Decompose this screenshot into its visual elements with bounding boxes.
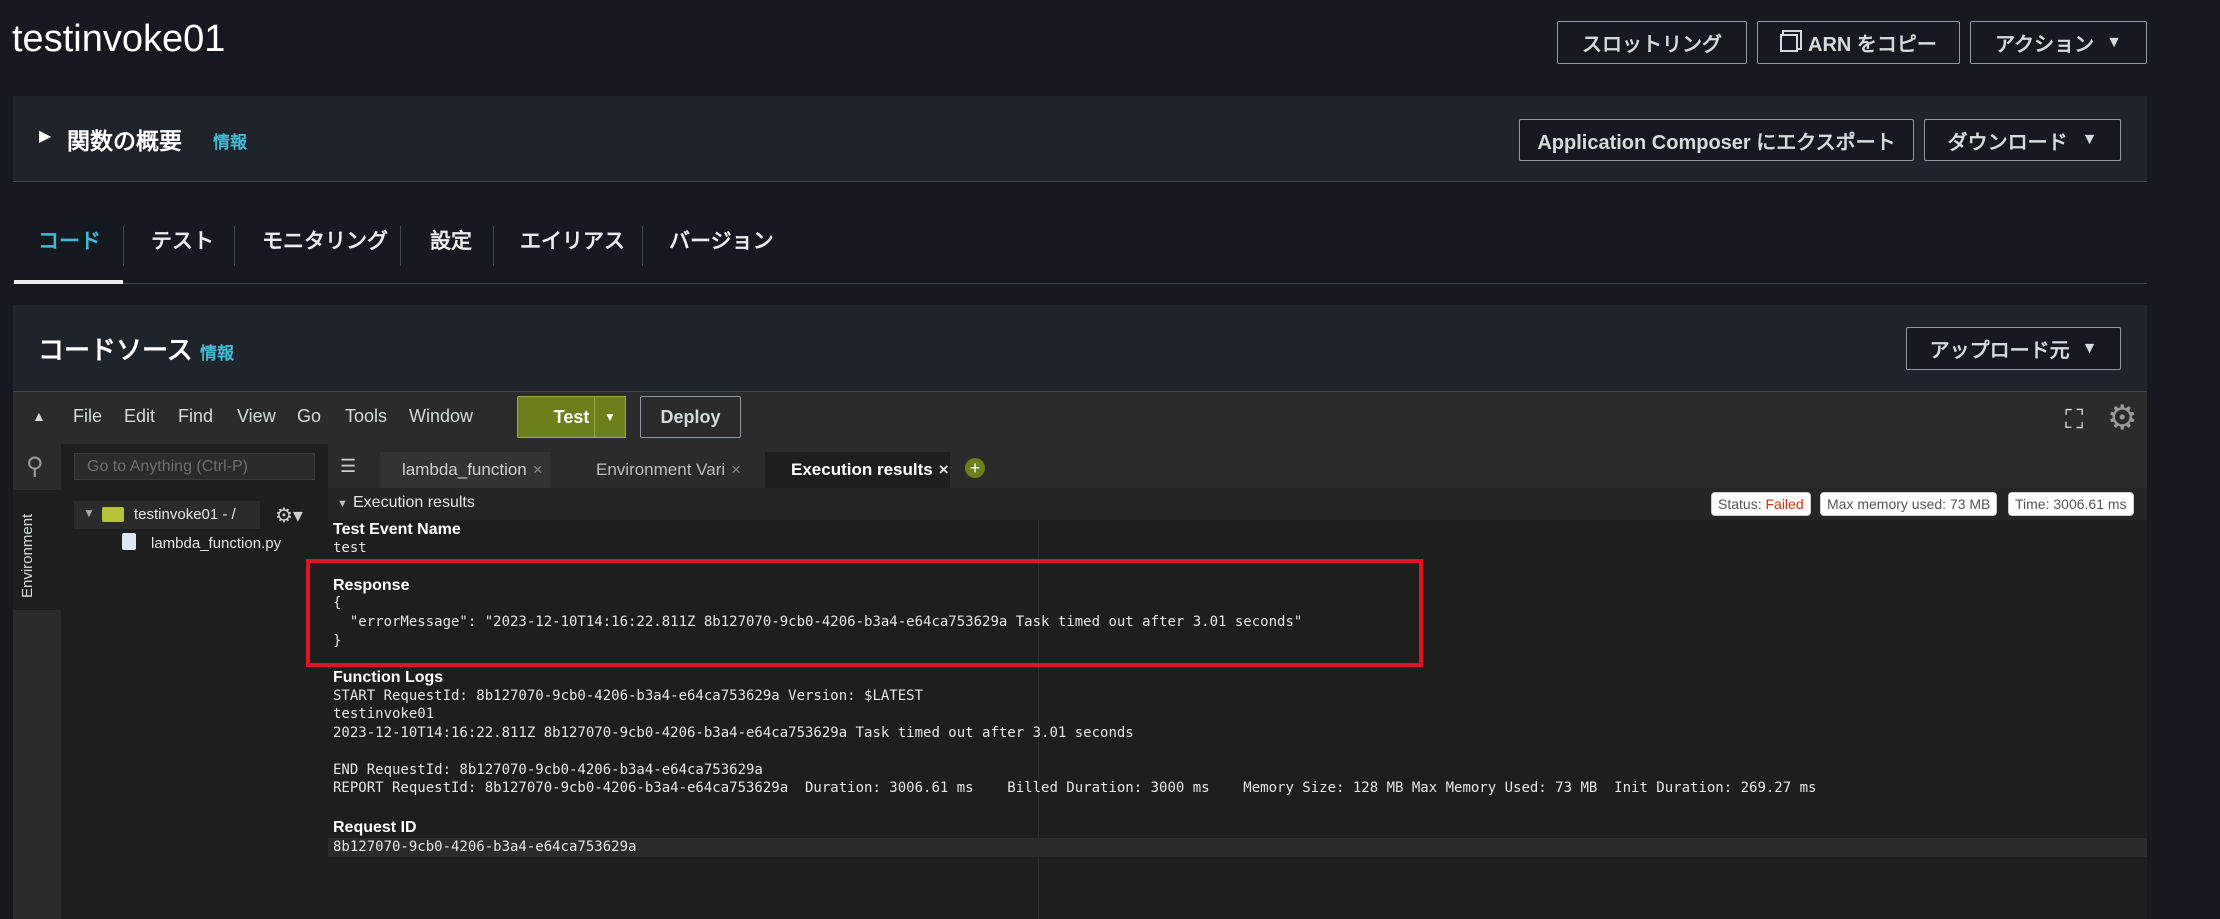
throttle-button[interactable]: スロットリング	[1557, 21, 1747, 64]
expand-triangle-icon[interactable]: ▶	[39, 126, 51, 146]
tab-5[interactable]: バージョン	[669, 225, 774, 255]
actions-label: アクション	[1995, 34, 2095, 56]
tab-1[interactable]: テスト	[151, 225, 214, 255]
menu-window[interactable]: Window	[409, 406, 473, 427]
add-tab-icon[interactable]: +	[965, 458, 985, 478]
python-file-icon	[122, 533, 136, 550]
request-id-value: 8b127070-9cb0-4206-b3a4-e64ca753629a	[333, 839, 637, 855]
menu-go[interactable]: Go	[297, 406, 321, 427]
folder-row[interactable]: ▼ testinvoke01 - /	[74, 501, 260, 529]
menu-file[interactable]: File	[73, 406, 102, 427]
caret-down-icon: ▼	[2081, 339, 2098, 357]
actions-button[interactable]: アクション ▼	[1970, 21, 2147, 64]
test-label: Test	[553, 406, 590, 427]
tab-2[interactable]: モニタリング	[262, 225, 388, 255]
max-memory-badge: Max memory used: 73 MB	[1820, 492, 1998, 516]
upload-label: アップロード元	[1929, 340, 2070, 362]
tab-separator	[400, 226, 401, 266]
editor-tab-execution-results[interactable]: Execution results ×	[765, 452, 950, 488]
tab-label: lambda_function	[402, 460, 527, 479]
tab-4[interactable]: エイリアス	[520, 225, 625, 255]
close-icon[interactable]: ×	[533, 460, 543, 480]
search-icon[interactable]: ⚲	[26, 452, 44, 481]
caret-down-icon: ▼	[2081, 131, 2098, 148]
throttle-label: スロットリング	[1582, 34, 1722, 56]
time-badge: Time: 3006.61 ms	[2008, 492, 2134, 516]
code-source-panel: コードソース 情報	[13, 305, 2147, 392]
page-title: testinvoke01	[12, 18, 226, 60]
overview-title[interactable]: 関数の概要	[67, 122, 182, 156]
log-line: END RequestId: 8b127070-9cb0-4206-b3a4-e…	[333, 761, 763, 778]
gear-icon[interactable]: ⚙	[2107, 398, 2137, 438]
close-icon[interactable]: ×	[939, 460, 949, 480]
expand-arrow-icon: ▼	[83, 506, 95, 520]
code-source-info-link[interactable]: 情報	[200, 339, 234, 364]
download-button[interactable]: ダウンロード ▼	[1924, 119, 2121, 161]
request-id-label: Request ID	[333, 819, 417, 836]
log-line: 2023-12-10T14:16:22.811Z 8b127070-9cb0-4…	[333, 724, 1134, 741]
tab-separator	[493, 226, 494, 266]
results-header-label: Execution results	[353, 494, 475, 511]
copy-icon	[1780, 33, 1799, 52]
tab-list-icon[interactable]: ☰	[340, 456, 356, 477]
function-logs-label: Function Logs	[333, 669, 444, 686]
tab-active-underline	[14, 280, 123, 284]
copy-arn-button[interactable]: ARN をコピー	[1757, 21, 1960, 64]
response-highlight-box	[306, 559, 1423, 667]
menu-tools[interactable]: Tools	[345, 406, 387, 427]
tab-separator	[642, 226, 643, 266]
test-dropdown-button[interactable]: ▼	[594, 396, 626, 438]
tree-settings-icon[interactable]: ⚙▾	[275, 503, 303, 528]
editor-tab-environment[interactable]: Environment Vari ×	[572, 452, 742, 488]
test-event-value: test	[333, 540, 367, 556]
editor-tab-lambda-function[interactable]: lambda_function ×	[380, 452, 550, 488]
test-event-label: Test Event Name	[333, 521, 461, 538]
menu-edit[interactable]: Edit	[124, 406, 155, 427]
folder-label: testinvoke01 - /	[134, 506, 236, 523]
caret-down-icon: ▼	[604, 410, 616, 424]
goto-anything-input[interactable]: Go to Anything (Ctrl-P)	[74, 453, 315, 480]
download-label: ダウンロード	[1947, 131, 2068, 154]
export-label: Application Composer にエクスポート	[1537, 131, 1896, 154]
log-line: REPORT RequestId: 8b127070-9cb0-4206-b3a…	[333, 780, 1817, 796]
log-line: testinvoke01	[333, 706, 435, 723]
status-badge: Status: Failed	[1711, 492, 1811, 516]
export-composer-button[interactable]: Application Composer にエクスポート	[1519, 119, 1914, 161]
collapse-up-icon[interactable]: ▲	[32, 408, 46, 424]
menu-find[interactable]: Find	[178, 406, 213, 427]
fullscreen-icon[interactable]: ⛶	[2065, 404, 2083, 436]
status-label: Status:	[1718, 496, 1762, 512]
upload-from-button[interactable]: アップロード元 ▼	[1906, 327, 2121, 370]
copy-arn-label: ARN をコピー	[1808, 34, 1937, 56]
tab-separator	[234, 226, 235, 266]
tab-0[interactable]: コード	[38, 225, 101, 255]
log-line: START RequestId: 8b127070-9cb0-4206-b3a4…	[333, 688, 924, 704]
tab-separator	[123, 226, 124, 266]
environment-tab[interactable]: Environment	[13, 490, 61, 610]
environment-label: Environment	[19, 513, 36, 598]
overview-info-link[interactable]: 情報	[213, 128, 247, 153]
status-value: Failed	[1765, 496, 1804, 512]
deploy-label: Deploy	[660, 406, 721, 427]
tab-3[interactable]: 設定	[430, 225, 472, 255]
tab-label: Environment Vari	[596, 460, 726, 479]
file-label[interactable]: lambda_function.py	[151, 535, 281, 552]
menu-view[interactable]: View	[237, 406, 276, 427]
caret-down-icon: ▼	[2106, 33, 2122, 51]
code-source-title: コードソース	[38, 335, 193, 365]
goto-placeholder: Go to Anything (Ctrl-P)	[87, 458, 248, 475]
folder-icon	[102, 507, 124, 522]
collapse-arrow-icon[interactable]: ▼	[337, 498, 348, 510]
ide-toolbar	[13, 392, 2147, 444]
close-icon[interactable]: ×	[731, 460, 741, 480]
tab-label: Execution results	[791, 460, 933, 479]
deploy-button[interactable]: Deploy	[640, 396, 741, 438]
tab-bar-divider	[13, 283, 2147, 284]
